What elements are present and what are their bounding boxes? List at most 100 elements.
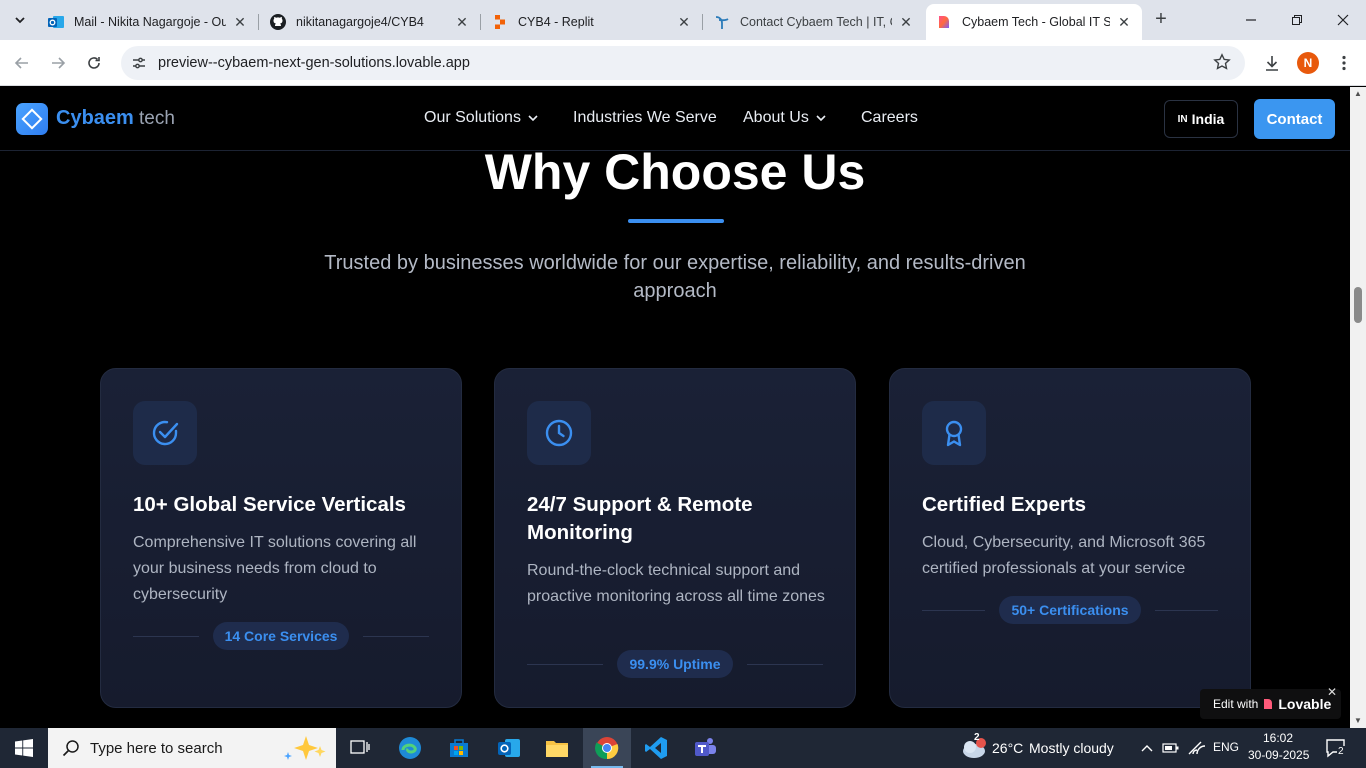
address-bar: preview--cybaem-next-gen-solutions.lovab…	[0, 40, 1366, 86]
windows-taskbar: Type here to search 2 26°C Mostly cloudy…	[0, 728, 1366, 768]
vscode-icon[interactable]	[632, 728, 680, 768]
file-explorer-icon[interactable]	[533, 728, 581, 768]
close-window-button[interactable]	[1320, 0, 1366, 40]
scroll-thumb[interactable]	[1354, 287, 1362, 323]
nav-about-us[interactable]: About Us	[743, 109, 826, 127]
edge-icon[interactable]	[386, 728, 434, 768]
section-title: Why Choose Us	[484, 144, 866, 200]
restore-button[interactable]	[1274, 0, 1320, 40]
weather-alert-count: 2	[974, 732, 980, 743]
language-indicator[interactable]: ENG	[1213, 740, 1239, 754]
scroll-down-arrow-icon[interactable]: ▼	[1353, 716, 1363, 726]
site-info-icon[interactable]	[124, 48, 154, 78]
tab-search-button[interactable]	[6, 7, 34, 33]
sparkle-icon	[284, 736, 326, 760]
tab-title: Cybaem Tech - Global IT Solu	[962, 15, 1110, 29]
lovable-heart-icon	[1264, 699, 1273, 709]
close-icon	[1337, 14, 1349, 26]
wifi-icon[interactable]	[1184, 728, 1208, 768]
logo-name[interactable]: Cybaem	[56, 107, 134, 130]
edit-with-lovable-badge[interactable]: Edit with Lovable ✕	[1200, 685, 1341, 719]
close-tab-icon[interactable]: ✕	[454, 14, 470, 30]
download-icon[interactable]	[1261, 52, 1283, 74]
replit-icon	[492, 14, 508, 30]
tray-chevron-up-icon[interactable]	[1136, 728, 1158, 768]
nav-careers[interactable]: Careers	[861, 109, 918, 127]
clock-time[interactable]: 16:02	[1263, 731, 1293, 745]
browser-tab-contact[interactable]: Contact Cybaem Tech | IT, Cl ✕	[704, 4, 924, 40]
browser-tab-mail[interactable]: Mail - Nikita Nagargoje - Ou ✕	[38, 4, 259, 40]
cybaem-icon	[714, 14, 730, 30]
battery-icon[interactable]	[1160, 728, 1182, 768]
minimize-button[interactable]	[1228, 0, 1274, 40]
close-tab-icon[interactable]: ✕	[1116, 14, 1132, 30]
logo-suffix: tech	[139, 108, 175, 129]
clock-icon	[527, 401, 591, 465]
weather-condition[interactable]: Mostly cloudy	[1029, 740, 1114, 756]
taskbar-search-box[interactable]: Type here to search	[48, 728, 336, 768]
forward-button[interactable]	[46, 51, 70, 75]
arrow-left-icon	[14, 57, 28, 69]
close-tab-icon[interactable]: ✕	[232, 14, 248, 30]
weather-temp[interactable]: 26°C	[992, 740, 1023, 756]
tab-title: Mail - Nikita Nagargoje - Ou	[74, 15, 226, 29]
country-selector[interactable]: IN India	[1164, 100, 1238, 138]
scroll-up-arrow-icon[interactable]: ▲	[1353, 89, 1363, 99]
search-placeholder: Type here to search	[90, 739, 223, 757]
contact-button[interactable]: Contact	[1254, 99, 1335, 139]
menu-dots-icon[interactable]	[1333, 52, 1355, 74]
tab-title: Contact Cybaem Tech | IT, Cl	[740, 15, 892, 29]
clock-date[interactable]: 30-09-2025	[1248, 748, 1309, 762]
card-badge-row: 50+ Certifications	[922, 596, 1219, 624]
nav-label: Careers	[861, 109, 918, 126]
arrow-right-icon	[52, 57, 66, 69]
site-header: Cybaem tech Our Solutions Industries We …	[0, 87, 1350, 151]
notification-icon[interactable]	[1316, 728, 1356, 768]
card-badge-row: 99.9% Uptime	[527, 650, 824, 678]
outlook-taskbar-icon[interactable]	[485, 728, 533, 768]
task-view-icon[interactable]	[336, 728, 384, 768]
tab-title: nikitanagargoje4/CYB4	[296, 15, 424, 29]
card-badge-row: 14 Core Services	[133, 622, 430, 650]
title-underline	[628, 219, 724, 223]
reload-icon	[88, 57, 100, 69]
browser-tab-bar: Mail - Nikita Nagargoje - Ou ✕ nikitanag…	[0, 0, 1366, 40]
outlook-icon	[48, 14, 64, 30]
card-title: Certified Experts	[922, 493, 1087, 516]
windows-logo-icon	[15, 739, 33, 757]
weather-cloud-icon[interactable]	[955, 728, 991, 768]
nav-our-solutions[interactable]: Our Solutions	[424, 109, 538, 127]
close-tab-icon[interactable]: ✕	[676, 14, 692, 30]
search-icon	[62, 740, 79, 757]
card-description: Round-the-clock technical support and pr…	[527, 562, 825, 605]
browser-tab-replit[interactable]: CYB4 - Replit ✕	[482, 4, 703, 40]
reload-button[interactable]	[82, 51, 106, 75]
microsoft-store-icon[interactable]	[435, 728, 483, 768]
chrome-taskbar-icon[interactable]	[583, 728, 631, 768]
teams-icon[interactable]	[681, 728, 729, 768]
lovable-icon	[936, 14, 952, 30]
back-button[interactable]	[10, 51, 34, 75]
lovable-brand: Lovable	[1278, 696, 1332, 712]
start-button[interactable]	[0, 728, 48, 768]
browser-tab-cybaem-active[interactable]: Cybaem Tech - Global IT Solu ✕	[926, 4, 1142, 40]
lovable-prefix: Edit with	[1213, 697, 1259, 711]
profile-avatar[interactable]: N	[1297, 52, 1319, 74]
close-tab-icon[interactable]: ✕	[898, 14, 914, 30]
card-description: Cloud, Cybersecurity, and Microsoft 365 …	[922, 534, 1206, 577]
nav-industries[interactable]: Industries We Serve	[573, 109, 717, 127]
feature-card-service-verticals: 10+ Global Service Verticals Comprehensi…	[100, 368, 462, 708]
bookmark-star-icon[interactable]	[1213, 53, 1231, 76]
browser-tab-github[interactable]: nikitanagargoje4/CYB4 ✕	[260, 4, 481, 40]
page-scrollbar[interactable]: ▲ ▼	[1350, 87, 1366, 728]
logo-diamond-icon[interactable]	[16, 103, 48, 135]
chevron-down-icon	[528, 115, 538, 122]
card-title: 24/7 Support & Remote Monitoring	[527, 493, 753, 544]
feature-card-certified: Certified Experts Cloud, Cybersecurity, …	[889, 368, 1251, 708]
country-code: IN	[1177, 113, 1188, 125]
close-badge-icon[interactable]: ✕	[1327, 685, 1337, 699]
card-badge: 50+ Certifications	[999, 596, 1141, 624]
card-badge: 14 Core Services	[212, 622, 350, 650]
new-tab-button[interactable]: +	[1150, 8, 1172, 30]
omnibox[interactable]: preview--cybaem-next-gen-solutions.lovab…	[121, 46, 1245, 80]
